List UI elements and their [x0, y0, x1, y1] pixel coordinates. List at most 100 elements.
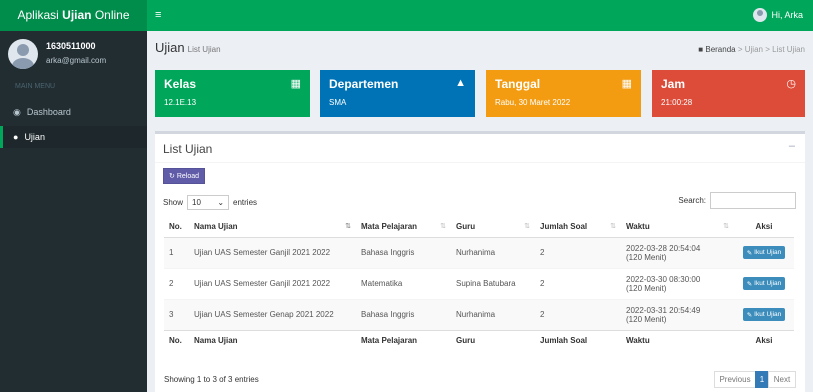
cell-mapel: Matematika: [356, 267, 451, 299]
sidebar-item-label: Dashboard: [26, 107, 71, 117]
page-title-text: Ujian: [155, 40, 185, 55]
cell-guru: Nurhanima: [451, 298, 535, 330]
cell-guru: Nurhanima: [451, 236, 535, 268]
search-input[interactable]: [710, 192, 796, 209]
cell-nama: Ujian UAS Semester Genap 2021 2022: [189, 298, 356, 330]
column-label: Nama Ujian: [194, 221, 238, 231]
pencil-icon: ✎: [746, 311, 753, 319]
cell-nama: Ujian UAS Semester Ganjil 2021 2022: [189, 267, 356, 299]
sidebar-item-ujian[interactable]: ● Ujian: [0, 126, 147, 148]
waktu-durasi: (120 Menit): [626, 252, 667, 262]
footer-label-jumlah: Jumlah Soal: [535, 329, 621, 351]
sort-icon: ⇅: [723, 222, 729, 230]
waktu-durasi: (120 Menit): [626, 314, 667, 324]
column-header-no[interactable]: No.: [164, 216, 189, 238]
list-ujian-box: List Ujian – ↻ Reload Show 10 ⌄ entries S…: [155, 131, 805, 392]
column-label: Guru: [456, 221, 476, 231]
cell-waktu: 2022-03-30 08:30:00 (120 Menit): [621, 267, 734, 299]
building-icon: ▦: [290, 78, 301, 90]
column-label: Aksi: [755, 221, 773, 231]
ikut-ujian-button[interactable]: ✎ Ikut Ujian: [742, 246, 786, 259]
cell-aksi: ✎ Ikut Ujian: [734, 298, 794, 330]
cell-mapel: Bahasa Inggris: [356, 298, 451, 330]
pencil-icon: ✎: [746, 249, 753, 257]
ujian-table: No. Nama Ujian ⇅ Mata Pelajaran ⇅ Guru ⇅ Ju…: [164, 216, 794, 351]
cell-aksi: ✎ Ikut Ujian: [734, 267, 794, 299]
show-label: Show: [163, 198, 184, 207]
brand-prefix: Aplikasi: [17, 8, 63, 22]
button-label: Ikut Ujian: [754, 280, 782, 287]
ujian-icon: ●: [13, 132, 19, 142]
sort-icon: ⇅: [610, 222, 616, 230]
sort-icon: ⇅: [345, 222, 351, 230]
column-header-jumlah[interactable]: Jumlah Soal ⇅: [535, 216, 621, 238]
brand-bold: Ujian: [62, 8, 92, 22]
info-value: 12.1E.13: [164, 98, 197, 107]
collapse-icon[interactable]: –: [789, 140, 795, 152]
cell-no: 2: [164, 267, 189, 299]
chevron-down-icon: ⌄: [217, 198, 225, 207]
breadcrumb-home[interactable]: Beranda: [705, 45, 735, 54]
column-header-guru[interactable]: Guru ⇅: [451, 216, 535, 238]
column-header-nama[interactable]: Nama Ujian ⇅: [189, 216, 356, 238]
next-button[interactable]: Next: [768, 371, 796, 388]
box-title: List Ujian: [163, 142, 213, 156]
footer-label-waktu: Waktu: [621, 329, 734, 351]
user-email: arka@gmail.com: [46, 56, 107, 65]
user-panel: 1630511000 arka@gmail.com: [0, 31, 147, 77]
info-title: Tanggal: [495, 77, 541, 91]
graduation-cap-icon: ▲: [455, 77, 466, 89]
sidebar-item-dashboard[interactable]: ◉ Dashboard: [0, 101, 147, 123]
app-logo[interactable]: Aplikasi Ujian Online: [0, 0, 147, 31]
entries-value: 10: [192, 198, 201, 207]
cell-jumlah: 2: [535, 267, 621, 299]
breadcrumb-current: List Ujian: [772, 45, 805, 54]
page-1-button[interactable]: 1: [755, 371, 769, 388]
waktu-datetime: 2022-03-28 20:54:04: [626, 243, 701, 253]
waktu-datetime: 2022-03-31 20:54:49: [626, 305, 701, 315]
pencil-icon: ✎: [746, 280, 753, 288]
pagination: Previous 1 Next: [714, 371, 796, 388]
cell-no: 3: [164, 298, 189, 330]
waktu-durasi: (120 Menit): [626, 283, 667, 293]
column-header-mapel[interactable]: Mata Pelajaran ⇅: [356, 216, 451, 238]
ikut-ujian-button[interactable]: ✎ Ikut Ujian: [742, 277, 786, 290]
ikut-ujian-button[interactable]: ✎ Ikut Ujian: [742, 308, 786, 321]
column-label: No.: [169, 221, 182, 231]
user-id: 1630511000: [46, 41, 96, 51]
column-header-aksi: Aksi: [734, 216, 794, 238]
table-row: 3 Ujian UAS Semester Genap 2021 2022 Bah…: [164, 298, 794, 330]
info-box-departemen: Departemen SMA ▲: [320, 70, 475, 117]
page-title: Ujian List Ujian: [155, 40, 221, 55]
button-label: Ikut Ujian: [754, 311, 782, 318]
avatar-icon: [753, 8, 768, 22]
column-label: Waktu: [626, 221, 650, 231]
top-navbar: Aplikasi Ujian Online ≡ Hi, Arka: [0, 0, 813, 31]
info-title: Jam: [661, 77, 686, 91]
menu-toggle-icon[interactable]: ≡: [155, 9, 161, 21]
info-box-jam: Jam 21:00:28 ◷: [652, 70, 805, 117]
breadcrumb-separator: >: [762, 45, 773, 54]
entries-select[interactable]: 10 ⌄: [187, 195, 230, 210]
sort-icon: ⇅: [440, 222, 446, 230]
footer-label-mapel: Mata Pelajaran: [356, 329, 451, 351]
breadcrumb-section[interactable]: Ujian: [745, 45, 763, 54]
page-subtitle: List Ujian: [187, 45, 221, 54]
breadcrumb: ■ Beranda > Ujian > List Ujian: [698, 45, 805, 54]
home-icon: ■: [698, 45, 704, 54]
brand-suffix: Online: [91, 8, 130, 22]
menu-header: MAIN MENU: [15, 83, 56, 90]
column-label: Jumlah Soal: [540, 221, 588, 231]
table-row: 1 Ujian UAS Semester Ganjil 2021 2022 Ba…: [164, 236, 794, 268]
sidebar: 1630511000 arka@gmail.com MAIN MENU ◉ Da…: [0, 31, 147, 392]
clock-icon: ◷: [786, 78, 796, 90]
info-title: Departemen: [329, 77, 399, 91]
reload-button[interactable]: ↻ Reload: [163, 168, 205, 184]
previous-button[interactable]: Previous: [714, 371, 756, 388]
info-value: Rabu, 30 Maret 2022: [495, 98, 571, 107]
info-value: SMA: [329, 98, 347, 107]
user-menu[interactable]: Hi, Arka: [753, 8, 803, 22]
info-box-kelas: Kelas 12.1E.13 ▦: [155, 70, 310, 117]
search-label: Search:: [678, 196, 706, 205]
column-header-waktu[interactable]: Waktu ⇅: [621, 216, 734, 238]
